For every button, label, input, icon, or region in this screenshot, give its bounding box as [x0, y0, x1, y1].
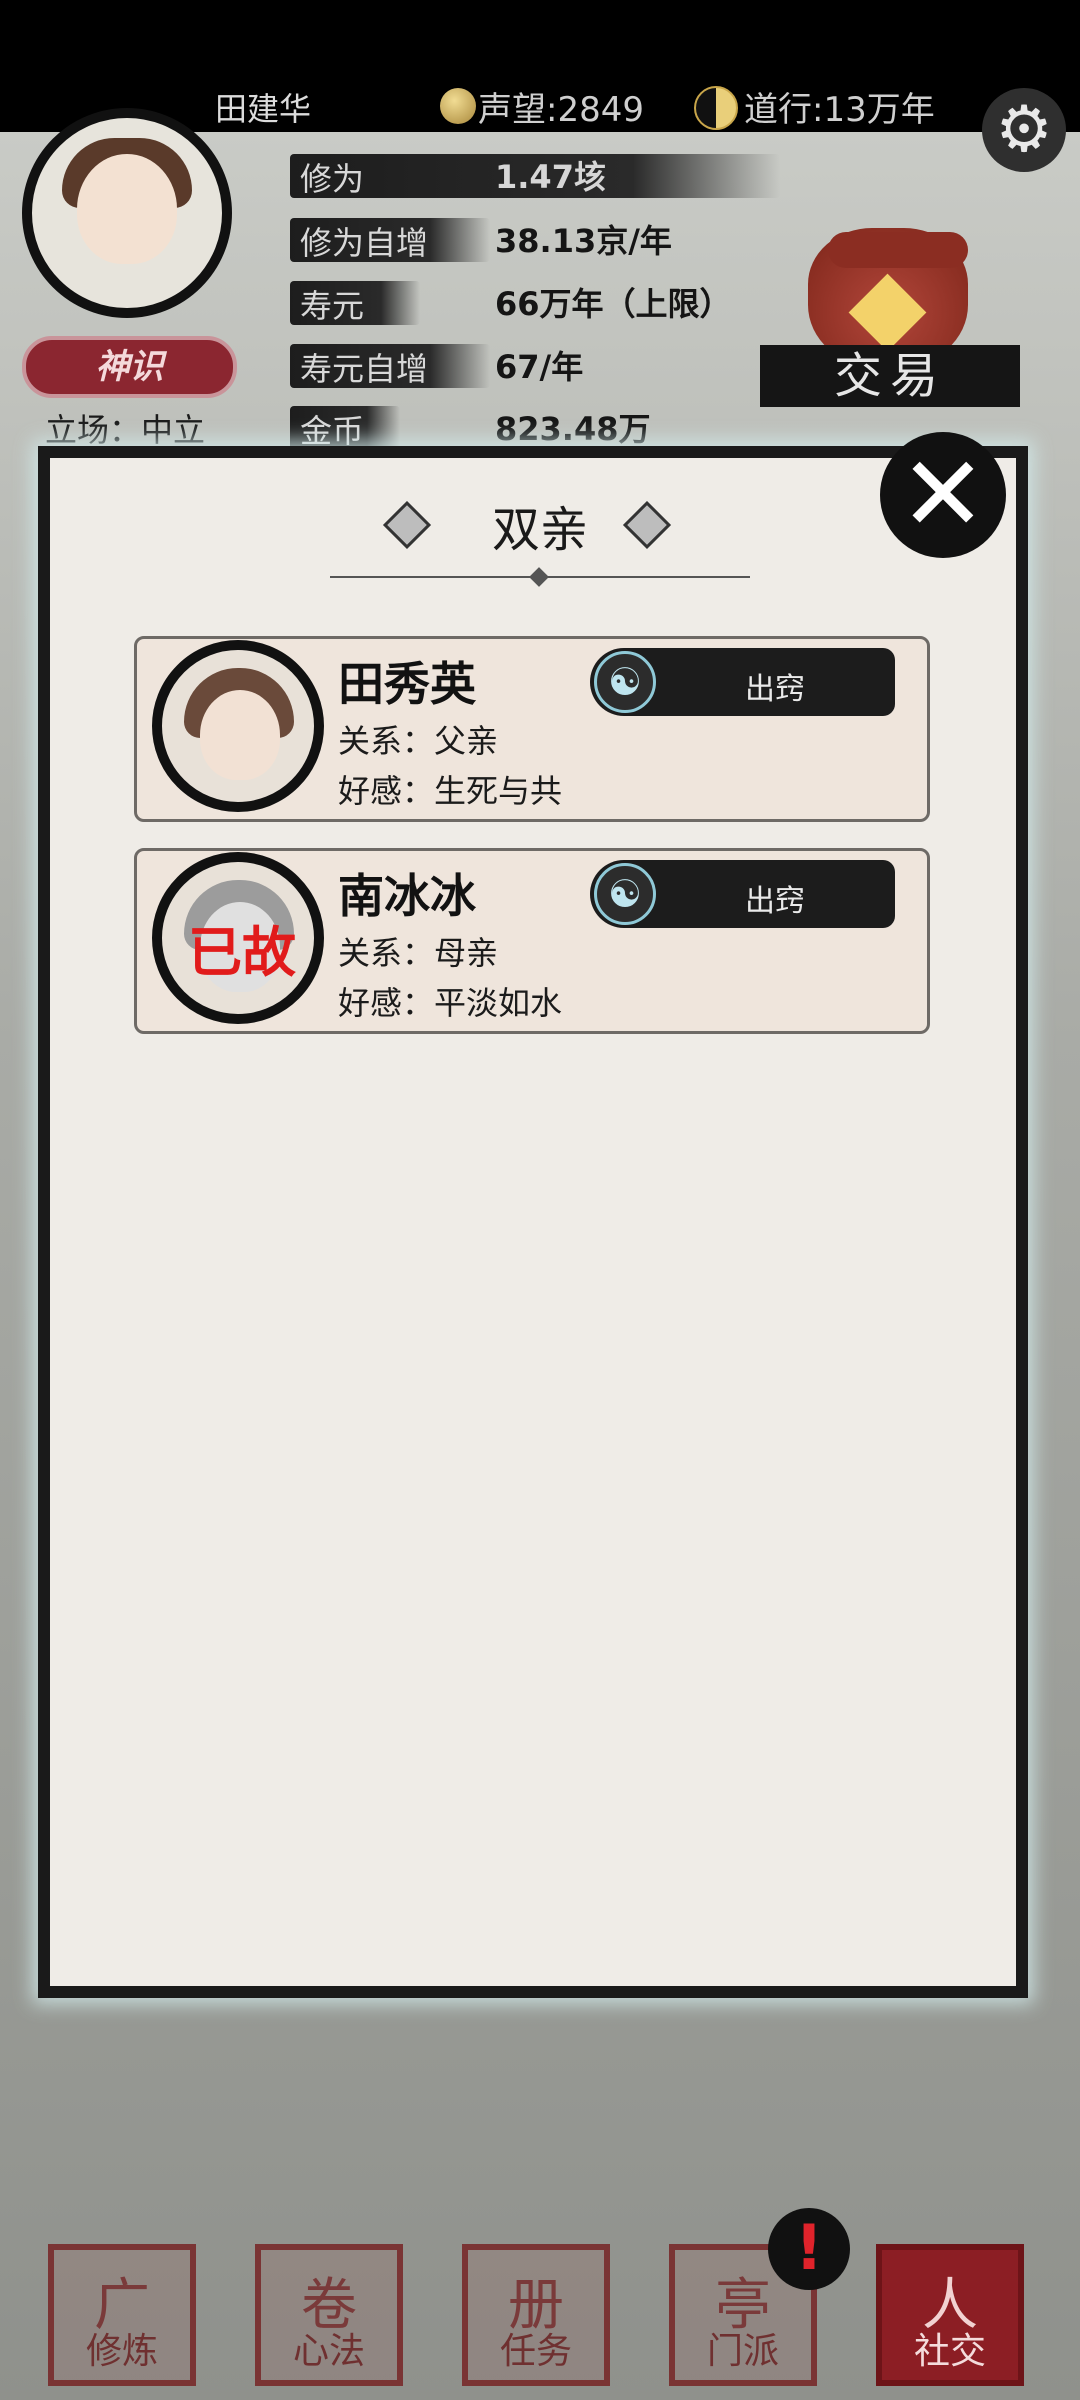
shenshi-button[interactable]: 神识 — [22, 336, 237, 398]
stat-value: 38.13京/年 — [495, 222, 672, 260]
avatar-face — [200, 690, 280, 780]
bag-knot — [828, 232, 968, 268]
nav-item-cultivate[interactable]: 广 修炼 — [48, 2244, 196, 2386]
reputation-value: 声望:2849 — [478, 90, 644, 130]
meditation-icon: ☯ — [594, 651, 656, 713]
member-favor: 好感：生死与共 — [338, 772, 563, 810]
player-avatar[interactable] — [22, 108, 232, 318]
alert-badge-icon: ! — [768, 2208, 850, 2290]
stat-label: 寿元 — [300, 287, 365, 325]
meditation-icon: ☯ — [594, 863, 656, 925]
nav-item-techniques[interactable]: 卷 心法 — [255, 2244, 403, 2386]
family-avatar[interactable] — [152, 640, 324, 812]
nav-item-social[interactable]: 人 社交 — [876, 2244, 1024, 2386]
member-name: 南冰冰 — [338, 869, 476, 923]
chuqiao-label: 出窍 — [745, 884, 805, 919]
nav-item-tasks[interactable]: 册 任务 — [462, 2244, 610, 2386]
trade-button[interactable]: 交易 — [760, 345, 1020, 407]
stance-text: 立场：中立 — [45, 411, 206, 449]
stat-value: 66万年（上限） — [495, 285, 732, 323]
member-relation: 关系：母亲 — [338, 934, 499, 972]
nav-label: 心法 — [292, 2331, 365, 2372]
stat-label: 修为自增 — [300, 224, 429, 262]
stat-value: 67/年 — [495, 348, 584, 386]
stat-row-cultivation-rate: 修为自增 38.13京/年 — [290, 212, 780, 264]
stat-value: 823.48万 — [495, 410, 651, 448]
stat-row-cultivation: 修为 1.47垓 — [290, 148, 780, 200]
settings-gear-icon[interactable]: ⚙ — [982, 88, 1066, 172]
deceased-label: 已故 — [188, 921, 296, 984]
stat-row-lifespan: 寿元 66万年（上限） — [290, 275, 780, 327]
nav-label: 社交 — [913, 2331, 986, 2372]
nav-label: 门派 — [706, 2331, 779, 2372]
yin-yang-icon — [694, 86, 738, 130]
member-favor: 好感：平淡如水 — [338, 984, 563, 1022]
avatar-face — [77, 154, 177, 264]
stat-row-gold: 金币 823.48万 — [290, 400, 780, 452]
username: 田建华 — [215, 90, 312, 128]
member-relation: 关系：父亲 — [338, 722, 499, 760]
dao-value: 道行:13万年 — [744, 90, 935, 130]
dialog-title: 双亲 — [491, 502, 588, 558]
coin-icon — [440, 88, 476, 124]
stat-label: 寿元自增 — [300, 350, 429, 388]
stat-row-lifespan-rate: 寿元自增 67/年 — [290, 338, 780, 390]
nav-label: 修炼 — [85, 2331, 158, 2372]
title-ornament-right-icon — [622, 506, 670, 540]
nav-label: 任务 — [499, 2331, 572, 2372]
member-name: 田秀英 — [338, 657, 476, 711]
chuqiao-label: 出窍 — [745, 672, 805, 707]
stat-value: 1.47垓 — [495, 158, 606, 196]
stat-label: 修为 — [300, 160, 365, 198]
